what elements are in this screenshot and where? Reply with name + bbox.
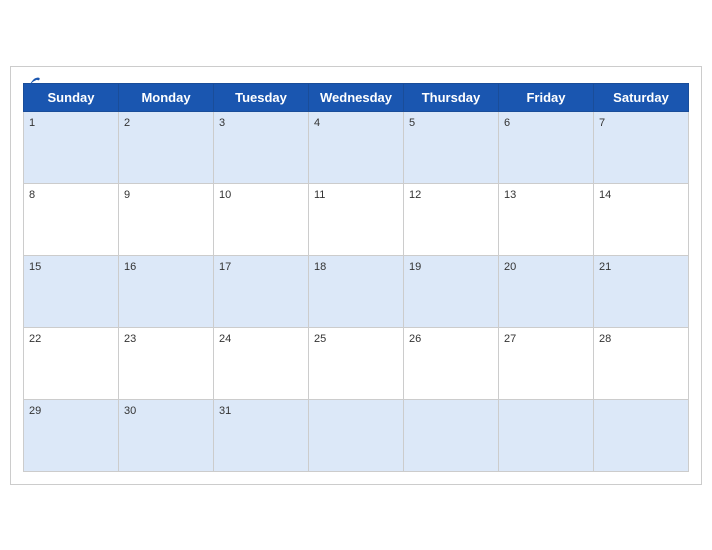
day-number: 30: [124, 405, 136, 417]
calendar-cell: 9: [119, 183, 214, 255]
calendar-cell: 28: [594, 327, 689, 399]
calendar-cell: 23: [119, 327, 214, 399]
logo-area: [23, 77, 41, 94]
calendar-cell: 22: [24, 327, 119, 399]
day-number: 2: [124, 117, 130, 129]
calendar-cell: 13: [499, 183, 594, 255]
weekday-header-tuesday: Tuesday: [214, 83, 309, 111]
calendar-cell: 12: [404, 183, 499, 255]
day-number: 9: [124, 189, 130, 201]
weekday-header-thursday: Thursday: [404, 83, 499, 111]
calendar-cell: 4: [309, 111, 404, 183]
calendar-cell: [309, 399, 404, 471]
calendar-cell: 20: [499, 255, 594, 327]
calendar-cell: [499, 399, 594, 471]
day-number: 23: [124, 333, 136, 345]
calendar-cell: 21: [594, 255, 689, 327]
calendar-thead: SundayMondayTuesdayWednesdayThursdayFrid…: [24, 83, 689, 111]
calendar-cell: 2: [119, 111, 214, 183]
calendar-cell: 16: [119, 255, 214, 327]
calendar-cell: 31: [214, 399, 309, 471]
day-number: 24: [219, 333, 231, 345]
weekday-header-wednesday: Wednesday: [309, 83, 404, 111]
calendar-week-row: 29 30 31: [24, 399, 689, 471]
weekday-header-row: SundayMondayTuesdayWednesdayThursdayFrid…: [24, 83, 689, 111]
day-number: 27: [504, 333, 516, 345]
day-number: 21: [599, 261, 611, 273]
day-number: 17: [219, 261, 231, 273]
day-number: 26: [409, 333, 421, 345]
day-number: 4: [314, 117, 320, 129]
weekday-header-friday: Friday: [499, 83, 594, 111]
calendar-table: SundayMondayTuesdayWednesdayThursdayFrid…: [23, 83, 689, 472]
calendar-container: SundayMondayTuesdayWednesdayThursdayFrid…: [10, 66, 702, 485]
day-number: 12: [409, 189, 421, 201]
calendar-cell: 15: [24, 255, 119, 327]
calendar-cell: 26: [404, 327, 499, 399]
calendar-week-row: 1 2 3 4 5 6 7: [24, 111, 689, 183]
calendar-cell: 11: [309, 183, 404, 255]
calendar-cell: 25: [309, 327, 404, 399]
day-number: 29: [29, 405, 41, 417]
day-number: 7: [599, 117, 605, 129]
day-number: 22: [29, 333, 41, 345]
calendar-tbody: 1234567891011121314151617181920212223242…: [24, 111, 689, 471]
logo-blue-text: [23, 77, 41, 94]
calendar-cell: 14: [594, 183, 689, 255]
weekday-header-saturday: Saturday: [594, 83, 689, 111]
day-number: 5: [409, 117, 415, 129]
bird-icon: [23, 77, 41, 91]
day-number: 28: [599, 333, 611, 345]
day-number: 18: [314, 261, 326, 273]
calendar-cell: 1: [24, 111, 119, 183]
calendar-cell: 18: [309, 255, 404, 327]
calendar-week-row: 22 23 24 25 26 27 28: [24, 327, 689, 399]
day-number: 8: [29, 189, 35, 201]
calendar-cell: 30: [119, 399, 214, 471]
calendar-cell: 24: [214, 327, 309, 399]
calendar-cell: 7: [594, 111, 689, 183]
calendar-cell: 19: [404, 255, 499, 327]
day-number: 16: [124, 261, 136, 273]
day-number: 13: [504, 189, 516, 201]
calendar-week-row: 8 9 10 11 12 13 14: [24, 183, 689, 255]
calendar-cell: 5: [404, 111, 499, 183]
calendar-cell: 6: [499, 111, 594, 183]
calendar-cell: 8: [24, 183, 119, 255]
day-number: 1: [29, 117, 35, 129]
calendar-cell: [404, 399, 499, 471]
calendar-cell: 10: [214, 183, 309, 255]
calendar-cell: 17: [214, 255, 309, 327]
day-number: 25: [314, 333, 326, 345]
calendar-cell: [594, 399, 689, 471]
day-number: 11: [314, 189, 325, 201]
calendar-cell: 3: [214, 111, 309, 183]
day-number: 19: [409, 261, 421, 273]
calendar-week-row: 15 16 17 18 19 20 21: [24, 255, 689, 327]
weekday-header-monday: Monday: [119, 83, 214, 111]
calendar-cell: 27: [499, 327, 594, 399]
day-number: 3: [219, 117, 225, 129]
day-number: 15: [29, 261, 41, 273]
day-number: 10: [219, 189, 231, 201]
day-number: 6: [504, 117, 510, 129]
day-number: 14: [599, 189, 611, 201]
calendar-cell: 29: [24, 399, 119, 471]
day-number: 31: [219, 405, 231, 417]
day-number: 20: [504, 261, 516, 273]
